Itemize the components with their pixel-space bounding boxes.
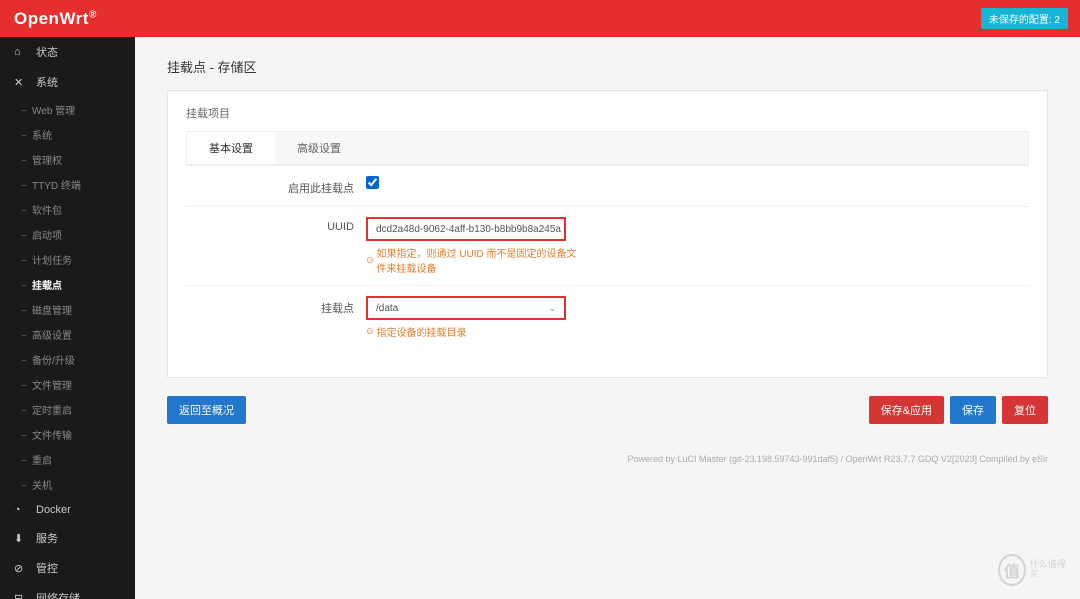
brand-logo: OpenWrt® — [14, 9, 97, 29]
nav-control[interactable]: ⊘管控 — [0, 553, 135, 583]
enable-label: 启用此挂载点 — [186, 176, 366, 196]
row-enable: 启用此挂载点 — [186, 165, 1029, 206]
home-icon: ⌂ — [14, 46, 28, 58]
action-bar: 返回至概况 保存&应用 保存 复位 — [167, 396, 1048, 424]
sidebar-sub-item[interactable]: 软件包 — [0, 197, 135, 222]
sidebar-sub-item[interactable]: 磁盘管理 — [0, 297, 135, 322]
row-mount: 挂载点 /data ⌄ ⊙指定设备的挂载目录 — [186, 285, 1029, 349]
reset-button[interactable]: 复位 — [1002, 396, 1048, 424]
sidebar: ⌂状态 ✕系统 Web 管理系统管理权TTYD 终端软件包启动项计划任务挂载点磁… — [0, 37, 135, 599]
nav-nas[interactable]: ⊟网络存储 — [0, 583, 135, 599]
sidebar-sub-item[interactable]: Web 管理 — [0, 97, 135, 122]
unsaved-changes-badge[interactable]: 未保存的配置: 2 — [981, 8, 1068, 29]
main-content: 挂载点 - 存储区 挂载项目 基本设置 高级设置 启用此挂载点 UUID dcd… — [135, 37, 1080, 599]
box-title: 挂载项目 — [186, 105, 1029, 121]
sidebar-sub-item[interactable]: 文件管理 — [0, 372, 135, 397]
tab-advanced[interactable]: 高级设置 — [275, 132, 363, 164]
sidebar-sub-item[interactable]: 定时重启 — [0, 397, 135, 422]
mount-config-box: 挂载项目 基本设置 高级设置 启用此挂载点 UUID dcd2a48d-9062… — [167, 90, 1048, 378]
uuid-label: UUID — [186, 217, 366, 233]
save-button[interactable]: 保存 — [950, 396, 996, 424]
mount-select[interactable]: /data ⌄ — [366, 296, 566, 320]
app-header: OpenWrt® 未保存的配置: 2 — [0, 0, 1080, 37]
sidebar-sub-item[interactable]: 关机 — [0, 472, 135, 497]
sidebar-sub-item[interactable]: 文件传输 — [0, 422, 135, 447]
save-apply-button[interactable]: 保存&应用 — [869, 396, 944, 424]
tab-basic[interactable]: 基本设置 — [187, 132, 275, 164]
sidebar-sub-item[interactable]: 系统 — [0, 122, 135, 147]
storage-icon: ⊟ — [14, 592, 28, 599]
chevron-down-icon: ⌄ — [548, 303, 556, 314]
sidebar-sub-item[interactable]: 计划任务 — [0, 247, 135, 272]
enable-checkbox[interactable] — [366, 176, 379, 189]
nav-services[interactable]: ⬇服务 — [0, 523, 135, 553]
mount-label: 挂载点 — [186, 296, 366, 316]
sidebar-sub-item[interactable]: 备份/升级 — [0, 347, 135, 372]
uuid-select[interactable]: dcd2a48d-9062-4aff-b130-b8bb9b8a245a (/d… — [366, 217, 566, 241]
sidebar-sub-item[interactable]: 启动项 — [0, 222, 135, 247]
nav-docker[interactable]: ◔Docker — [0, 497, 135, 523]
sidebar-sub-item[interactable]: TTYD 终端 — [0, 172, 135, 197]
nav-status[interactable]: ⌂状态 — [0, 37, 135, 67]
mount-hint: ⊙指定设备的挂载目录 — [366, 324, 586, 339]
back-button[interactable]: 返回至概况 — [167, 396, 246, 424]
shield-icon: ⊘ — [14, 562, 28, 575]
sidebar-sub-item[interactable]: 重启 — [0, 447, 135, 472]
tab-bar: 基本设置 高级设置 — [186, 131, 1029, 165]
uuid-value: dcd2a48d-9062-4aff-b130-b8bb9b8a245a (/d… — [376, 224, 566, 235]
watermark-icon: 值 — [998, 554, 1026, 586]
docker-icon: ◔ — [14, 504, 28, 516]
wrench-icon: ✕ — [14, 76, 28, 89]
nav-system[interactable]: ✕系统 — [0, 67, 135, 97]
page-title: 挂载点 - 存储区 — [167, 57, 1048, 76]
info-icon: ⊙ — [366, 326, 374, 337]
footer-text: Powered by LuCI Master (git-23.198.59743… — [167, 454, 1048, 464]
watermark-label: 什么值得买 — [1030, 560, 1068, 580]
watermark: 值 什么值得买 — [998, 552, 1068, 587]
info-icon: ⊙ — [366, 255, 374, 266]
sidebar-sub-item[interactable]: 管理权 — [0, 147, 135, 172]
sidebar-sub-item[interactable]: 挂载点 — [0, 272, 135, 297]
download-icon: ⬇ — [14, 532, 28, 545]
mount-value: /data — [376, 303, 398, 314]
sidebar-sub-item[interactable]: 高级设置 — [0, 322, 135, 347]
row-uuid: UUID dcd2a48d-9062-4aff-b130-b8bb9b8a245… — [186, 206, 1029, 285]
uuid-hint: ⊙如果指定，则通过 UUID 而不是固定的设备文件来挂载设备 — [366, 245, 586, 275]
